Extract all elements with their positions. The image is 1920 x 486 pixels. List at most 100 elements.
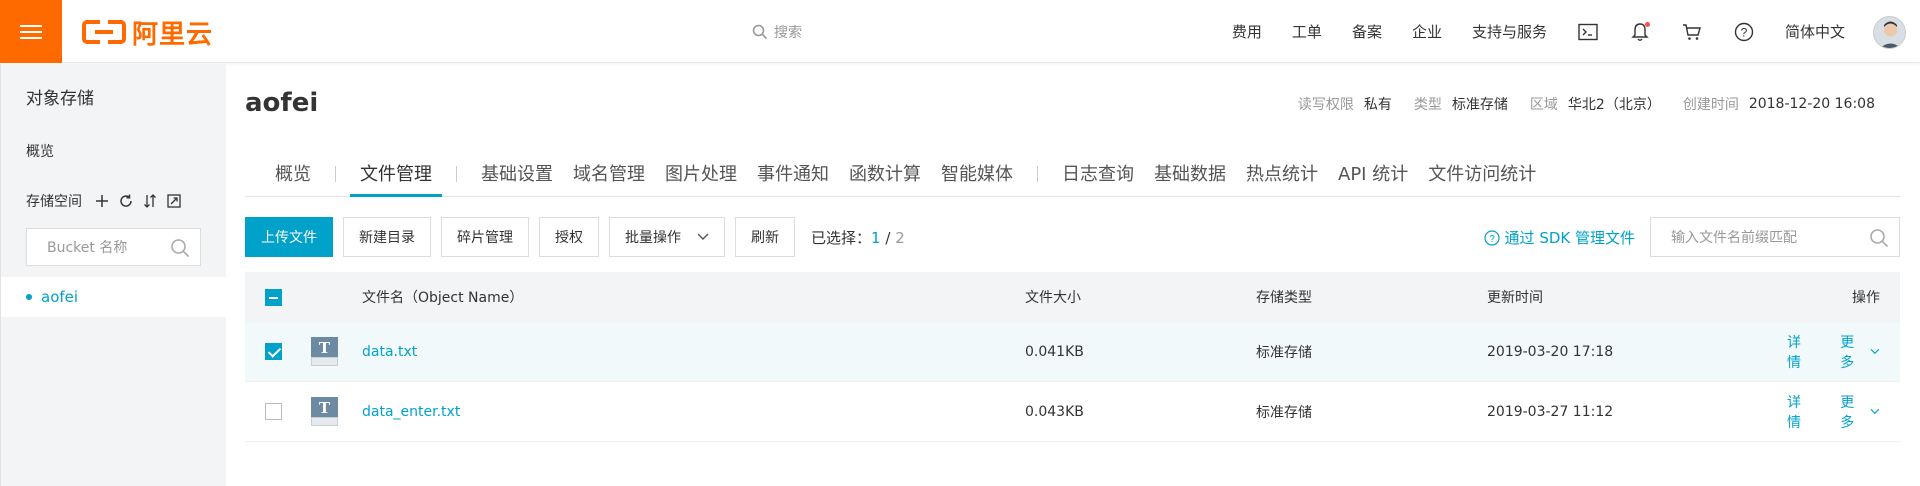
file-storage-type: 标准存储 xyxy=(1256,404,1312,421)
select-all-checkbox[interactable] xyxy=(265,288,282,306)
meta-value-region: 华北2（北京） xyxy=(1567,97,1661,113)
more-dropdown[interactable]: 更多 xyxy=(1840,332,1880,372)
tab-hotspot-stats[interactable]: 热点统计 xyxy=(1236,151,1328,196)
cart-icon[interactable] xyxy=(1681,21,1703,43)
bucket-tabs: 概览 文件管理 基础设置 域名管理 图片处理 事件通知 函数计算 智能媒体 日志… xyxy=(245,151,1900,197)
meta-value-acl: 私有 xyxy=(1363,97,1392,113)
language-switch[interactable]: 简体中文 xyxy=(1785,21,1845,42)
batch-operation-label: 批量操作 xyxy=(625,230,681,246)
tab-basic-settings[interactable]: 基础设置 xyxy=(471,151,563,196)
sidebar: 对象存储 概览 存储空间 Bucket 名称 aofei xyxy=(0,64,227,486)
file-size: 0.041KB xyxy=(1025,343,1084,360)
menu-icon-line xyxy=(20,24,42,27)
file-name-link[interactable]: data_enter.txt xyxy=(362,404,460,420)
detail-link[interactable]: 详情 xyxy=(1787,392,1812,432)
more-label: 更多 xyxy=(1840,394,1855,431)
storage-space-actions xyxy=(94,193,182,209)
tab-log-query[interactable]: 日志查询 xyxy=(1052,151,1144,196)
fragment-management-button[interactable]: 碎片管理 xyxy=(441,217,529,257)
nav-item-support[interactable]: 支持与服务 xyxy=(1472,21,1547,42)
global-search[interactable]: 搜索 xyxy=(752,20,802,44)
file-table: 文件名（Object Name） 文件大小 存储类型 更新时间 操作 T dat… xyxy=(245,272,1900,442)
aliyun-logo[interactable]: 阿里云 xyxy=(82,16,214,50)
nav-item-enterprise[interactable]: 企业 xyxy=(1412,21,1442,42)
tab-domain-management[interactable]: 域名管理 xyxy=(563,151,655,196)
tab-event-notification[interactable]: 事件通知 xyxy=(747,151,839,196)
sidebar-title: 对象存储 xyxy=(26,89,94,109)
nav-item-tickets[interactable]: 工单 xyxy=(1292,21,1322,42)
bell-icon[interactable] xyxy=(1629,21,1651,43)
text-file-icon: T xyxy=(311,337,338,366)
column-header-name: 文件名（Object Name） xyxy=(362,290,524,306)
help-circle-icon: ? xyxy=(1483,229,1500,246)
row-checkbox[interactable] xyxy=(265,403,282,420)
tab-file-management[interactable]: 文件管理 xyxy=(350,151,442,197)
tab-image-processing[interactable]: 图片处理 xyxy=(655,151,747,196)
batch-operation-dropdown[interactable]: 批量操作 xyxy=(609,217,725,257)
menu-icon-line xyxy=(20,36,42,39)
file-prefix-search-input[interactable]: 输入文件名前缀匹配 xyxy=(1650,217,1900,257)
nav-item-billing[interactable]: 费用 xyxy=(1232,21,1262,42)
expand-icon[interactable] xyxy=(166,193,182,209)
storage-space-header: 存储空间 xyxy=(26,191,206,211)
sdk-manage-link[interactable]: ? 通过 SDK 管理文件 xyxy=(1483,227,1635,248)
table-row[interactable]: T data.txt 0.041KB 标准存储 2019-03-20 17:18… xyxy=(245,322,1900,382)
logo-text: 阿里云 xyxy=(132,19,214,50)
tab-function-compute[interactable]: 函数计算 xyxy=(839,151,931,196)
column-header-actions: 操作 xyxy=(1852,290,1880,306)
file-storage-type: 标准存储 xyxy=(1256,344,1312,361)
tab-intelligent-media[interactable]: 智能媒体 xyxy=(931,151,1023,196)
svg-text:?: ? xyxy=(1489,234,1495,245)
detail-link[interactable]: 详情 xyxy=(1787,332,1812,372)
sort-icon[interactable] xyxy=(142,193,158,209)
new-directory-button[interactable]: 新建目录 xyxy=(343,217,431,257)
bucket-meta: 读写权限 私有 类型 标准存储 区域 华北2（北京） 创建时间 2018-12-… xyxy=(1298,94,1875,114)
tab-file-access-stats[interactable]: 文件访问统计 xyxy=(1418,151,1546,196)
tab-basic-data[interactable]: 基础数据 xyxy=(1144,151,1236,196)
sidebar-item-overview[interactable]: 概览 xyxy=(26,141,54,161)
tab-api-stats[interactable]: API 统计 xyxy=(1328,151,1418,196)
chevron-down-icon xyxy=(1870,348,1880,355)
refresh-icon[interactable] xyxy=(118,193,134,209)
menu-button[interactable] xyxy=(0,0,62,63)
tab-divider xyxy=(1037,166,1038,182)
meta-value-created: 2018-12-20 16:08 xyxy=(1748,96,1875,112)
search-icon[interactable] xyxy=(1869,228,1889,248)
sdk-link-label: 通过 SDK 管理文件 xyxy=(1504,229,1635,247)
file-name-link[interactable]: data.txt xyxy=(362,344,417,360)
avatar[interactable] xyxy=(1873,16,1906,49)
refresh-button[interactable]: 刷新 xyxy=(735,217,795,257)
file-search-placeholder: 输入文件名前缀匹配 xyxy=(1671,230,1797,246)
selected-count: 1 xyxy=(871,228,881,247)
table-row[interactable]: T data_enter.txt 0.043KB 标准存储 2019-03-27… xyxy=(245,382,1900,442)
table-header: 文件名（Object Name） 文件大小 存储类型 更新时间 操作 xyxy=(245,272,1900,322)
authorize-button[interactable]: 授权 xyxy=(539,217,599,257)
more-dropdown[interactable]: 更多 xyxy=(1840,392,1880,432)
meta-key-region: 区域 xyxy=(1529,97,1558,113)
add-icon[interactable] xyxy=(94,193,110,209)
search-icon[interactable] xyxy=(170,238,190,258)
upload-file-button[interactable]: 上传文件 xyxy=(245,217,333,257)
selection-separator: / xyxy=(885,228,891,247)
svg-text:?: ? xyxy=(1741,25,1748,39)
chevron-down-icon xyxy=(697,233,709,240)
column-header-size: 文件大小 xyxy=(1025,290,1081,306)
terminal-icon[interactable] xyxy=(1577,21,1599,43)
column-header-storage-type: 存储类型 xyxy=(1256,290,1312,306)
file-updated-time: 2019-03-27 11:12 xyxy=(1487,403,1614,420)
selection-count: 已选择：1 / 2 xyxy=(811,227,905,248)
menu-icon-line xyxy=(20,30,42,33)
search-placeholder: 搜索 xyxy=(774,25,802,41)
meta-key-created: 创建时间 xyxy=(1682,97,1739,113)
storage-space-label: 存储空间 xyxy=(26,194,82,210)
row-checkbox[interactable] xyxy=(265,343,282,360)
meta-key-type: 类型 xyxy=(1413,97,1442,113)
bucket-search-input[interactable]: Bucket 名称 xyxy=(26,228,201,266)
nav-item-icp[interactable]: 备案 xyxy=(1352,21,1382,42)
sidebar-bucket-aofei[interactable]: aofei xyxy=(1,277,227,317)
help-icon[interactable]: ? xyxy=(1733,21,1755,43)
tab-overview[interactable]: 概览 xyxy=(265,151,321,196)
page-title: aofei xyxy=(245,88,319,118)
tab-divider xyxy=(335,166,336,182)
meta-value-type: 标准存储 xyxy=(1451,97,1508,113)
